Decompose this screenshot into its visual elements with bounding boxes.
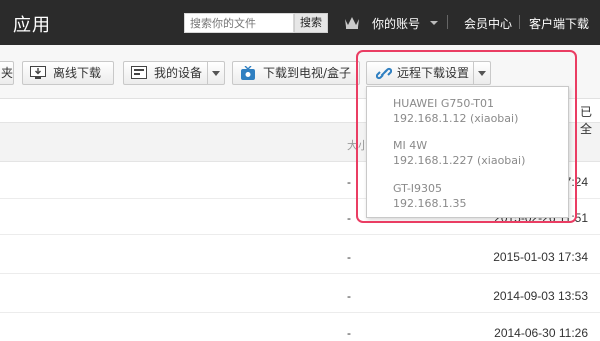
remote-download-settings-button[interactable]: 远程下载设置: [366, 61, 491, 85]
my-devices-button[interactable]: 我的设备: [123, 61, 225, 85]
client-download-link[interactable]: 客户端下载: [529, 15, 589, 32]
chevron-down-icon[interactable]: [430, 21, 438, 25]
row-size: -: [347, 289, 351, 303]
top-bar: 应用 搜索 你的账号 会员中心 客户端下载: [0, 0, 600, 45]
account-menu[interactable]: 你的账号: [372, 15, 420, 32]
device-icon: [131, 66, 147, 79]
my-devices-label: 我的设备: [154, 66, 203, 80]
remote-download-settings-label: 远程下载设置: [397, 66, 470, 80]
chevron-down-icon: [478, 71, 486, 76]
device-item[interactable]: MI 4W 192.168.1.227 (xiaobai): [393, 138, 525, 168]
row-size: -: [347, 175, 351, 189]
row-size: -: [347, 211, 351, 225]
remote-device-dropdown: HUAWEI G750-T01 192.168.1.12 (xiaobai) M…: [366, 86, 569, 218]
folder-button-partial[interactable]: 夹: [0, 61, 14, 85]
search-input[interactable]: [184, 13, 294, 33]
table-row[interactable]: - 2014-06-30 11:26: [0, 314, 600, 341]
device-address: 192.168.1.35: [393, 197, 467, 210]
chevron-down-icon: [212, 71, 220, 76]
remote-download-dropdown-toggle[interactable]: [473, 62, 490, 84]
row-size: -: [347, 250, 351, 264]
divider: [519, 15, 520, 29]
row-date: 2014-06-30 11:26: [494, 326, 588, 340]
device-name: HUAWEI G750-T01: [393, 97, 495, 110]
row-date: 2014-09-03 13:53: [493, 289, 588, 303]
folder-button-label: 夹: [1, 66, 14, 80]
row-date: 2015-01-03 17:34: [493, 250, 588, 264]
device-address: 192.168.1.12 (xiaobai): [393, 112, 519, 125]
vip-center-link[interactable]: 会员中心: [464, 15, 512, 32]
download-to-tv-button[interactable]: 下载到电视/盒子: [232, 61, 360, 85]
download-to-tv-label: 下载到电视/盒子: [263, 66, 352, 80]
row-size: -: [347, 326, 351, 340]
app-title: 应用: [13, 15, 51, 35]
offline-download-button[interactable]: 离线下载: [22, 61, 114, 85]
crown-icon: [345, 17, 359, 29]
offline-download-label: 离线下载: [53, 66, 102, 80]
divider: [447, 15, 448, 29]
device-item[interactable]: HUAWEI G750-T01 192.168.1.12 (xiaobai): [393, 96, 518, 126]
table-row[interactable]: - 2015-01-03 17:34: [0, 238, 600, 274]
search-button[interactable]: 搜索: [294, 13, 328, 33]
device-name: GT-I9305: [393, 182, 443, 195]
device-name: MI 4W: [393, 139, 428, 152]
device-address: 192.168.1.227 (xiaobai): [393, 154, 526, 167]
tv-box-icon: [241, 66, 255, 80]
link-icon: [376, 67, 392, 80]
monitor-download-icon: [30, 66, 46, 79]
my-devices-dropdown[interactable]: [207, 62, 224, 84]
table-row[interactable]: - 2014-09-03 13:53: [0, 277, 600, 313]
device-item[interactable]: GT-I9305 192.168.1.35: [393, 181, 466, 211]
select-all-partial[interactable]: 已全: [580, 103, 600, 137]
